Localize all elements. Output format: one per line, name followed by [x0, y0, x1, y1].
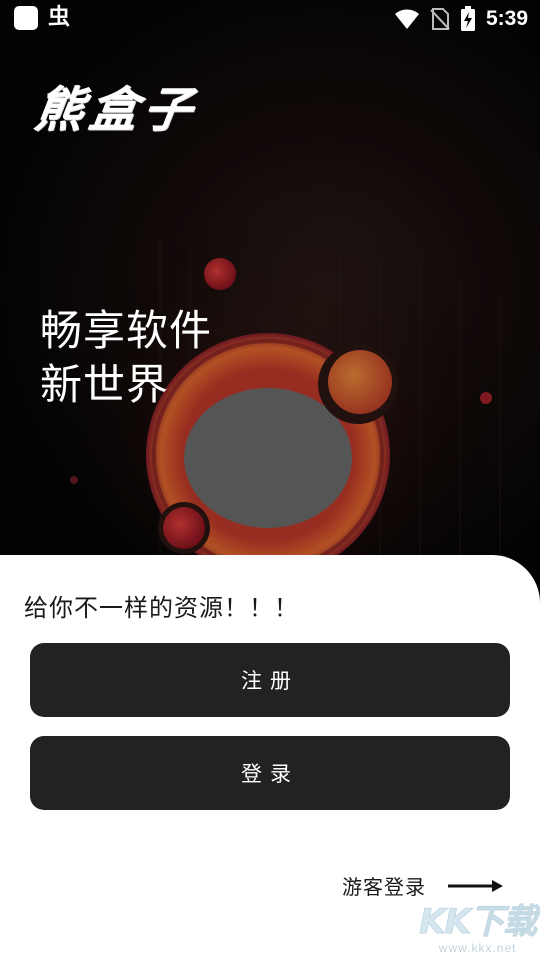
- slogan-line-2: 新世界: [40, 360, 170, 409]
- battery-charging-icon: [460, 6, 476, 32]
- hero-slogan: 畅享软件 新世界: [40, 304, 212, 412]
- status-time: 5:39: [485, 7, 528, 30]
- bug-notification-icon: 虫: [48, 5, 71, 30]
- guest-login-label: 游客登录: [342, 875, 426, 899]
- sheet-title: 给你不一样的资源！！！: [24, 594, 299, 622]
- app-screen: 熊盒子 畅享软件 新世界 虫 5:39 给你不一样的资源！！！ 注册 登录 游客…: [0, 0, 540, 960]
- login-button[interactable]: 登录: [30, 736, 510, 810]
- no-sim-icon: [430, 7, 450, 31]
- watermark: KK下载 www.kkx.net: [419, 902, 538, 956]
- hero-banner: 熊盒子 畅享软件 新世界: [0, 0, 540, 600]
- status-bar-left: 虫: [14, 6, 70, 30]
- wifi-icon: [394, 8, 420, 30]
- app-logo: 熊盒子: [31, 82, 202, 138]
- register-button[interactable]: 注册: [30, 643, 510, 717]
- watermark-logo: KK下载: [419, 902, 538, 942]
- register-button-label: 注册: [241, 669, 299, 693]
- arrow-right-icon: [448, 879, 504, 893]
- auth-bottom-sheet: 给你不一样的资源！！！ 注册 登录 游客登录 KK下载 www.kkx.net: [0, 555, 540, 960]
- status-bar: 虫 5:39: [0, 0, 540, 36]
- status-bar-right: 5:39: [394, 6, 528, 32]
- guest-login-link[interactable]: 游客登录: [342, 871, 504, 900]
- slogan-line-1: 畅享软件: [40, 306, 213, 355]
- login-button-label: 登录: [241, 762, 299, 786]
- square-app-icon: [14, 6, 38, 30]
- watermark-url: www.kkx.net: [438, 941, 517, 955]
